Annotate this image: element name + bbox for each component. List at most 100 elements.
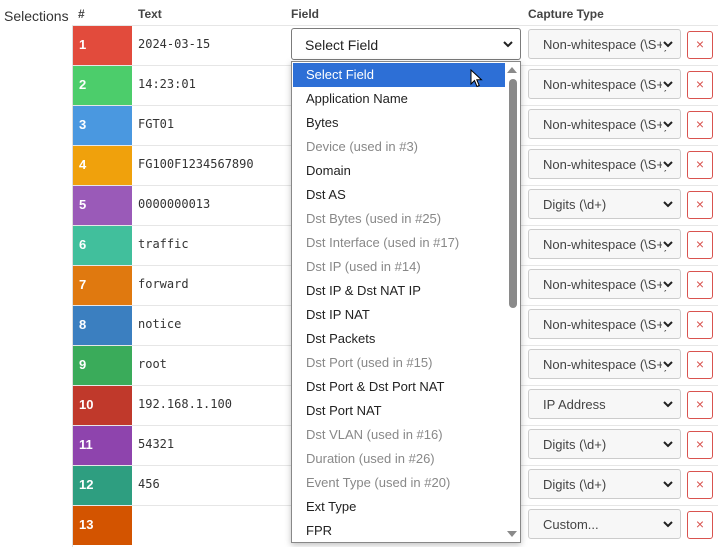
dropdown-option[interactable]: Ext Type: [293, 495, 505, 519]
row-number: 4: [79, 157, 87, 172]
capture-type-select[interactable]: IP Address: [528, 389, 681, 419]
field-select-value: Select Field: [305, 37, 379, 53]
capture-type-value: Non-whitespace (\S+): [543, 357, 669, 372]
dropdown-option: Dst IP (used in #14): [306, 259, 421, 274]
dropdown-option: Device (used in #3): [306, 139, 418, 154]
capture-type-value: Digits (\d+): [543, 437, 607, 452]
row-number: 8: [79, 317, 87, 332]
remove-row-button[interactable]: ×: [687, 151, 713, 179]
remove-row-button[interactable]: ×: [687, 111, 713, 139]
row-text: 0000000013: [138, 197, 211, 211]
header-capture-type: Capture Type: [528, 7, 604, 21]
row-text: 14:23:01: [138, 77, 196, 91]
scroll-up-arrow-icon[interactable]: [507, 67, 517, 73]
row-number: 6: [79, 237, 87, 252]
dropdown-option[interactable]: Dst Port NAT: [293, 399, 505, 423]
row-number-badge: 11: [73, 426, 132, 465]
row-text: FGT01: [138, 117, 175, 131]
dropdown-option[interactable]: Dst IP NAT: [293, 303, 505, 327]
dropdown-option: Duration (used in #26): [306, 451, 435, 466]
remove-row-button[interactable]: ×: [687, 231, 713, 259]
dropdown-option[interactable]: Dst IP & Dst NAT IP: [293, 279, 505, 303]
dropdown-option[interactable]: Application Name: [293, 87, 505, 111]
row-text: 192.168.1.100: [138, 397, 232, 411]
field-select[interactable]: Select Field: [291, 28, 521, 60]
row-text: 456: [138, 477, 160, 491]
capture-type-select[interactable]: Non-whitespace (\S+): [528, 349, 681, 379]
row-text: 54321: [138, 437, 175, 451]
scrollbar-thumb[interactable]: [509, 79, 517, 308]
remove-row-button[interactable]: ×: [687, 351, 713, 379]
header-field: Field: [291, 7, 320, 21]
remove-row-button[interactable]: ×: [687, 431, 713, 459]
capture-type-select[interactable]: Non-whitespace (\S+): [528, 309, 681, 339]
dropdown-option[interactable]: FPR: [293, 519, 505, 542]
capture-type-select[interactable]: Custom...: [528, 509, 681, 539]
remove-row-button[interactable]: ×: [687, 311, 713, 339]
dropdown-option[interactable]: Dst Packets: [293, 327, 505, 351]
row-number-badge: 9: [73, 346, 132, 385]
row-number-badge: 1: [73, 26, 132, 65]
capture-type-select[interactable]: Non-whitespace (\S+): [528, 269, 681, 299]
remove-row-button[interactable]: ×: [687, 391, 713, 419]
capture-type-select[interactable]: Non-whitespace (\S+): [528, 229, 681, 259]
row-number: 11: [79, 437, 93, 452]
selections-label: Selections: [4, 8, 69, 24]
dropdown-option: Dst Bytes (used in #25): [306, 211, 442, 226]
chevron-down-icon: [662, 238, 674, 250]
remove-row-button[interactable]: ×: [687, 71, 713, 99]
dropdown-option[interactable]: Bytes: [293, 111, 505, 135]
dropdown-option: Dst Interface (used in #17): [306, 235, 460, 250]
chevron-down-icon: [662, 158, 674, 170]
chevron-down-icon: [662, 198, 674, 210]
row-number: 13: [79, 517, 94, 532]
dropdown-option: Dst VLAN (used in #16): [306, 427, 443, 442]
row-divider: [72, 25, 718, 26]
row-number: 5: [79, 197, 87, 212]
row-number-badge: 10: [73, 386, 132, 425]
capture-type-value: Non-whitespace (\S+): [543, 277, 669, 292]
capture-type-value: Digits (\d+): [543, 477, 607, 492]
remove-row-button[interactable]: ×: [687, 471, 713, 499]
capture-type-select[interactable]: Digits (\d+): [528, 429, 681, 459]
row-number-badge: 4: [73, 146, 132, 185]
remove-row-button[interactable]: ×: [687, 511, 713, 539]
capture-type-select[interactable]: Non-whitespace (\S+): [528, 69, 681, 99]
dropdown-option[interactable]: Domain: [293, 159, 505, 183]
chevron-down-icon: [503, 41, 513, 48]
capture-type-value: Non-whitespace (\S+): [543, 77, 669, 92]
row-number-badge: 8: [73, 306, 132, 345]
capture-type-select[interactable]: Digits (\d+): [528, 189, 681, 219]
capture-type-select[interactable]: Non-whitespace (\S+): [528, 109, 681, 139]
chevron-down-icon: [662, 78, 674, 90]
chevron-down-icon: [662, 118, 674, 130]
capture-type-select[interactable]: Digits (\d+): [528, 469, 681, 499]
capture-type-select[interactable]: Non-whitespace (\S+): [528, 29, 681, 59]
capture-type-value: Digits (\d+): [543, 197, 607, 212]
row-text: notice: [138, 317, 182, 331]
scroll-down-arrow-icon[interactable]: [507, 531, 517, 537]
row-number: 7: [79, 277, 87, 292]
row-number-badge: 5: [73, 186, 132, 225]
capture-type-value: Non-whitespace (\S+): [543, 37, 669, 52]
chevron-down-icon: [662, 318, 674, 330]
row-number: 9: [79, 357, 87, 372]
dropdown-option[interactable]: Dst Port & Dst Port NAT: [293, 375, 505, 399]
capture-type-select[interactable]: Non-whitespace (\S+): [528, 149, 681, 179]
chevron-down-icon: [662, 478, 674, 490]
header-text: Text: [138, 7, 162, 21]
field-dropdown-list[interactable]: Select Field Application Name Bytes Device …: [291, 61, 521, 543]
capture-type-value: IP Address: [543, 397, 606, 412]
row-number: 10: [79, 397, 94, 412]
row-text: traffic: [138, 237, 189, 251]
row-number-badge: 12: [73, 466, 132, 505]
row-text: root: [138, 357, 167, 371]
remove-row-button[interactable]: ×: [687, 31, 713, 59]
remove-row-button[interactable]: ×: [687, 271, 713, 299]
row-text: forward: [138, 277, 189, 291]
dropdown-option[interactable]: Dst AS: [293, 183, 505, 207]
remove-row-button[interactable]: ×: [687, 191, 713, 219]
row-number-badge: 3: [73, 106, 132, 145]
chevron-down-icon: [662, 278, 674, 290]
capture-type-value: Non-whitespace (\S+): [543, 157, 669, 172]
